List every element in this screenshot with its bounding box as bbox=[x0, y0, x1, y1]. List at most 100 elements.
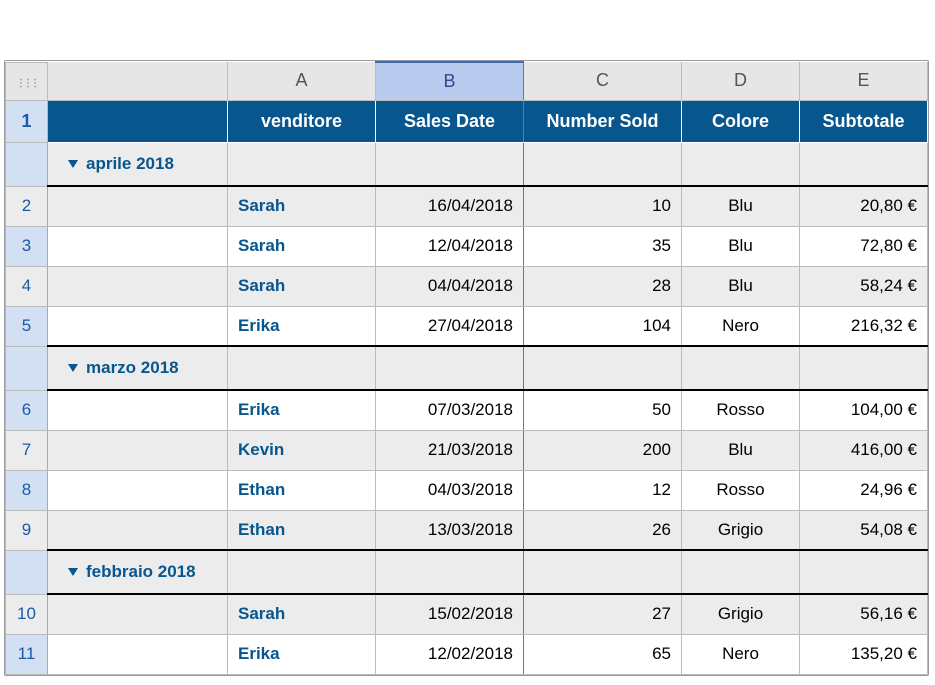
cell-number-sold[interactable]: 50 bbox=[524, 390, 682, 430]
group-cell[interactable] bbox=[800, 142, 928, 186]
row-header[interactable]: 7 bbox=[6, 430, 48, 470]
row-header[interactable]: 10 bbox=[6, 594, 48, 634]
cell-date[interactable]: 12/04/2018 bbox=[376, 226, 524, 266]
group-cell[interactable] bbox=[228, 550, 376, 594]
cell-vendor[interactable]: Sarah bbox=[228, 594, 376, 634]
row-header-blank[interactable] bbox=[6, 346, 48, 390]
group-cell[interactable] bbox=[376, 142, 524, 186]
cell-color[interactable]: Grigio bbox=[682, 594, 800, 634]
header-cell-subtotale[interactable]: Subtotale bbox=[800, 100, 928, 142]
column-header-E[interactable]: E bbox=[800, 62, 928, 100]
row-header[interactable]: 4 bbox=[6, 266, 48, 306]
cell-date[interactable]: 16/04/2018 bbox=[376, 186, 524, 226]
cell-blank[interactable] bbox=[48, 266, 228, 306]
row-header[interactable]: 5 bbox=[6, 306, 48, 346]
row-header-blank[interactable] bbox=[6, 142, 48, 186]
cell-number-sold[interactable]: 10 bbox=[524, 186, 682, 226]
row-header-blank[interactable] bbox=[6, 550, 48, 594]
cell-number-sold[interactable]: 35 bbox=[524, 226, 682, 266]
cell-number-sold[interactable]: 12 bbox=[524, 470, 682, 510]
header-cell-group[interactable] bbox=[48, 100, 228, 142]
cell-color[interactable]: Blu bbox=[682, 430, 800, 470]
cell-number-sold[interactable]: 104 bbox=[524, 306, 682, 346]
cell-subtotal[interactable]: 104,00 € bbox=[800, 390, 928, 430]
column-header-C[interactable]: C bbox=[524, 62, 682, 100]
cell-date[interactable]: 21/03/2018 bbox=[376, 430, 524, 470]
cell-subtotal[interactable]: 56,16 € bbox=[800, 594, 928, 634]
cell-color[interactable]: Nero bbox=[682, 306, 800, 346]
cell-color[interactable]: Rosso bbox=[682, 470, 800, 510]
cell-blank[interactable] bbox=[48, 226, 228, 266]
group-cell[interactable] bbox=[228, 142, 376, 186]
cell-color[interactable]: Grigio bbox=[682, 510, 800, 550]
header-cell-sales-date[interactable]: Sales Date bbox=[376, 100, 524, 142]
cell-color[interactable]: Rosso bbox=[682, 390, 800, 430]
cell-date[interactable]: 12/02/2018 bbox=[376, 634, 524, 674]
cell-color[interactable]: Blu bbox=[682, 266, 800, 306]
row-header[interactable]: 6 bbox=[6, 390, 48, 430]
row-header[interactable]: 8 bbox=[6, 470, 48, 510]
cell-subtotal[interactable]: 135,20 € bbox=[800, 634, 928, 674]
cell-vendor[interactable]: Erika bbox=[228, 390, 376, 430]
cell-color[interactable]: Blu bbox=[682, 186, 800, 226]
row-header-1[interactable]: 1 bbox=[6, 100, 48, 142]
cell-date[interactable]: 04/03/2018 bbox=[376, 470, 524, 510]
group-cell[interactable] bbox=[682, 346, 800, 390]
cell-vendor[interactable]: Sarah bbox=[228, 266, 376, 306]
column-header-group[interactable] bbox=[48, 62, 228, 100]
cell-subtotal[interactable]: 54,08 € bbox=[800, 510, 928, 550]
cell-date[interactable]: 15/02/2018 bbox=[376, 594, 524, 634]
cell-number-sold[interactable]: 26 bbox=[524, 510, 682, 550]
cell-vendor[interactable]: Erika bbox=[228, 634, 376, 674]
cell-subtotal[interactable]: 58,24 € bbox=[800, 266, 928, 306]
row-header[interactable]: 11 bbox=[6, 634, 48, 674]
group-cell[interactable] bbox=[524, 346, 682, 390]
row-header[interactable]: 3 bbox=[6, 226, 48, 266]
group-toggle[interactable]: febbraio 2018 bbox=[48, 550, 228, 594]
header-cell-number-sold[interactable]: Number Sold bbox=[524, 100, 682, 142]
cell-blank[interactable] bbox=[48, 634, 228, 674]
cell-date[interactable]: 13/03/2018 bbox=[376, 510, 524, 550]
cell-color[interactable]: Blu bbox=[682, 226, 800, 266]
group-cell[interactable] bbox=[376, 346, 524, 390]
cell-number-sold[interactable]: 28 bbox=[524, 266, 682, 306]
cell-blank[interactable] bbox=[48, 306, 228, 346]
group-cell[interactable] bbox=[376, 550, 524, 594]
group-toggle[interactable]: marzo 2018 bbox=[48, 346, 228, 390]
cell-vendor[interactable]: Ethan bbox=[228, 470, 376, 510]
group-cell[interactable] bbox=[524, 550, 682, 594]
table-corner-handle[interactable] bbox=[6, 62, 48, 100]
group-cell[interactable] bbox=[800, 550, 928, 594]
cell-number-sold[interactable]: 27 bbox=[524, 594, 682, 634]
cell-blank[interactable] bbox=[48, 186, 228, 226]
column-header-B[interactable]: B bbox=[376, 62, 524, 100]
cell-subtotal[interactable]: 72,80 € bbox=[800, 226, 928, 266]
cell-subtotal[interactable]: 416,00 € bbox=[800, 430, 928, 470]
cell-vendor[interactable]: Sarah bbox=[228, 186, 376, 226]
cell-blank[interactable] bbox=[48, 470, 228, 510]
cell-subtotal[interactable]: 216,32 € bbox=[800, 306, 928, 346]
group-cell[interactable] bbox=[524, 142, 682, 186]
group-cell[interactable] bbox=[682, 142, 800, 186]
cell-vendor[interactable]: Kevin bbox=[228, 430, 376, 470]
cell-date[interactable]: 04/04/2018 bbox=[376, 266, 524, 306]
column-header-A[interactable]: A bbox=[228, 62, 376, 100]
header-cell-colore[interactable]: Colore bbox=[682, 100, 800, 142]
cell-blank[interactable] bbox=[48, 510, 228, 550]
cell-vendor[interactable]: Ethan bbox=[228, 510, 376, 550]
row-header[interactable]: 2 bbox=[6, 186, 48, 226]
column-header-D[interactable]: D bbox=[682, 62, 800, 100]
cell-color[interactable]: Nero bbox=[682, 634, 800, 674]
cell-blank[interactable] bbox=[48, 390, 228, 430]
row-header[interactable]: 9 bbox=[6, 510, 48, 550]
cell-number-sold[interactable]: 200 bbox=[524, 430, 682, 470]
cell-blank[interactable] bbox=[48, 594, 228, 634]
group-toggle[interactable]: aprile 2018 bbox=[48, 142, 228, 186]
cell-subtotal[interactable]: 24,96 € bbox=[800, 470, 928, 510]
cell-date[interactable]: 27/04/2018 bbox=[376, 306, 524, 346]
cell-subtotal[interactable]: 20,80 € bbox=[800, 186, 928, 226]
cell-number-sold[interactable]: 65 bbox=[524, 634, 682, 674]
cell-blank[interactable] bbox=[48, 430, 228, 470]
cell-date[interactable]: 07/03/2018 bbox=[376, 390, 524, 430]
group-cell[interactable] bbox=[800, 346, 928, 390]
